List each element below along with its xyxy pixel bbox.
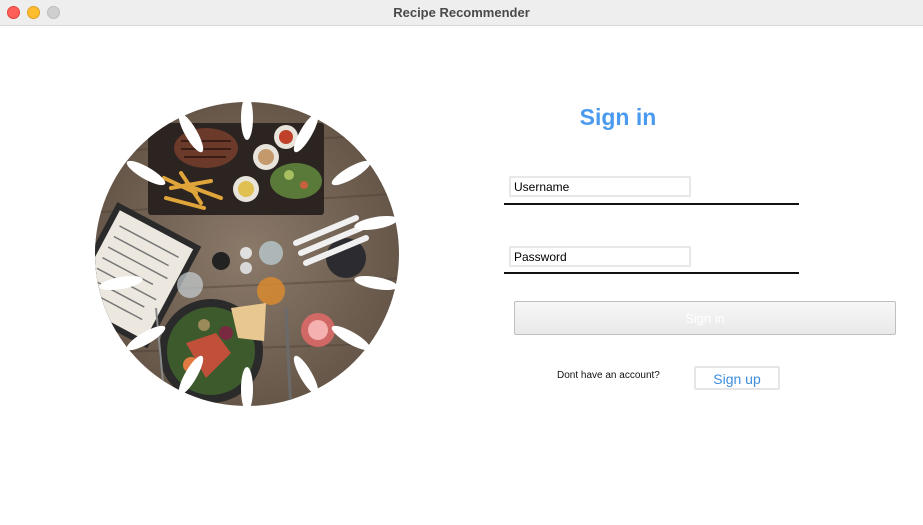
app-window: Recipe Recommender Sign in Username Pass… xyxy=(0,0,923,525)
sign-in-heading: Sign in xyxy=(579,104,657,130)
username-underline xyxy=(504,203,799,205)
food-photo-icon xyxy=(95,96,399,411)
title-bar: Recipe Recommender xyxy=(0,0,923,26)
window-title: Recipe Recommender xyxy=(393,5,530,20)
sign-in-button[interactable]: Sign in xyxy=(514,301,896,335)
password-field[interactable]: Password xyxy=(509,246,691,267)
username-field[interactable]: Username xyxy=(509,176,691,197)
password-underline xyxy=(504,272,799,274)
food-photo xyxy=(86,93,408,415)
sign-up-button[interactable]: Sign up xyxy=(694,366,780,390)
no-account-label: Dont have an account? xyxy=(557,370,660,381)
